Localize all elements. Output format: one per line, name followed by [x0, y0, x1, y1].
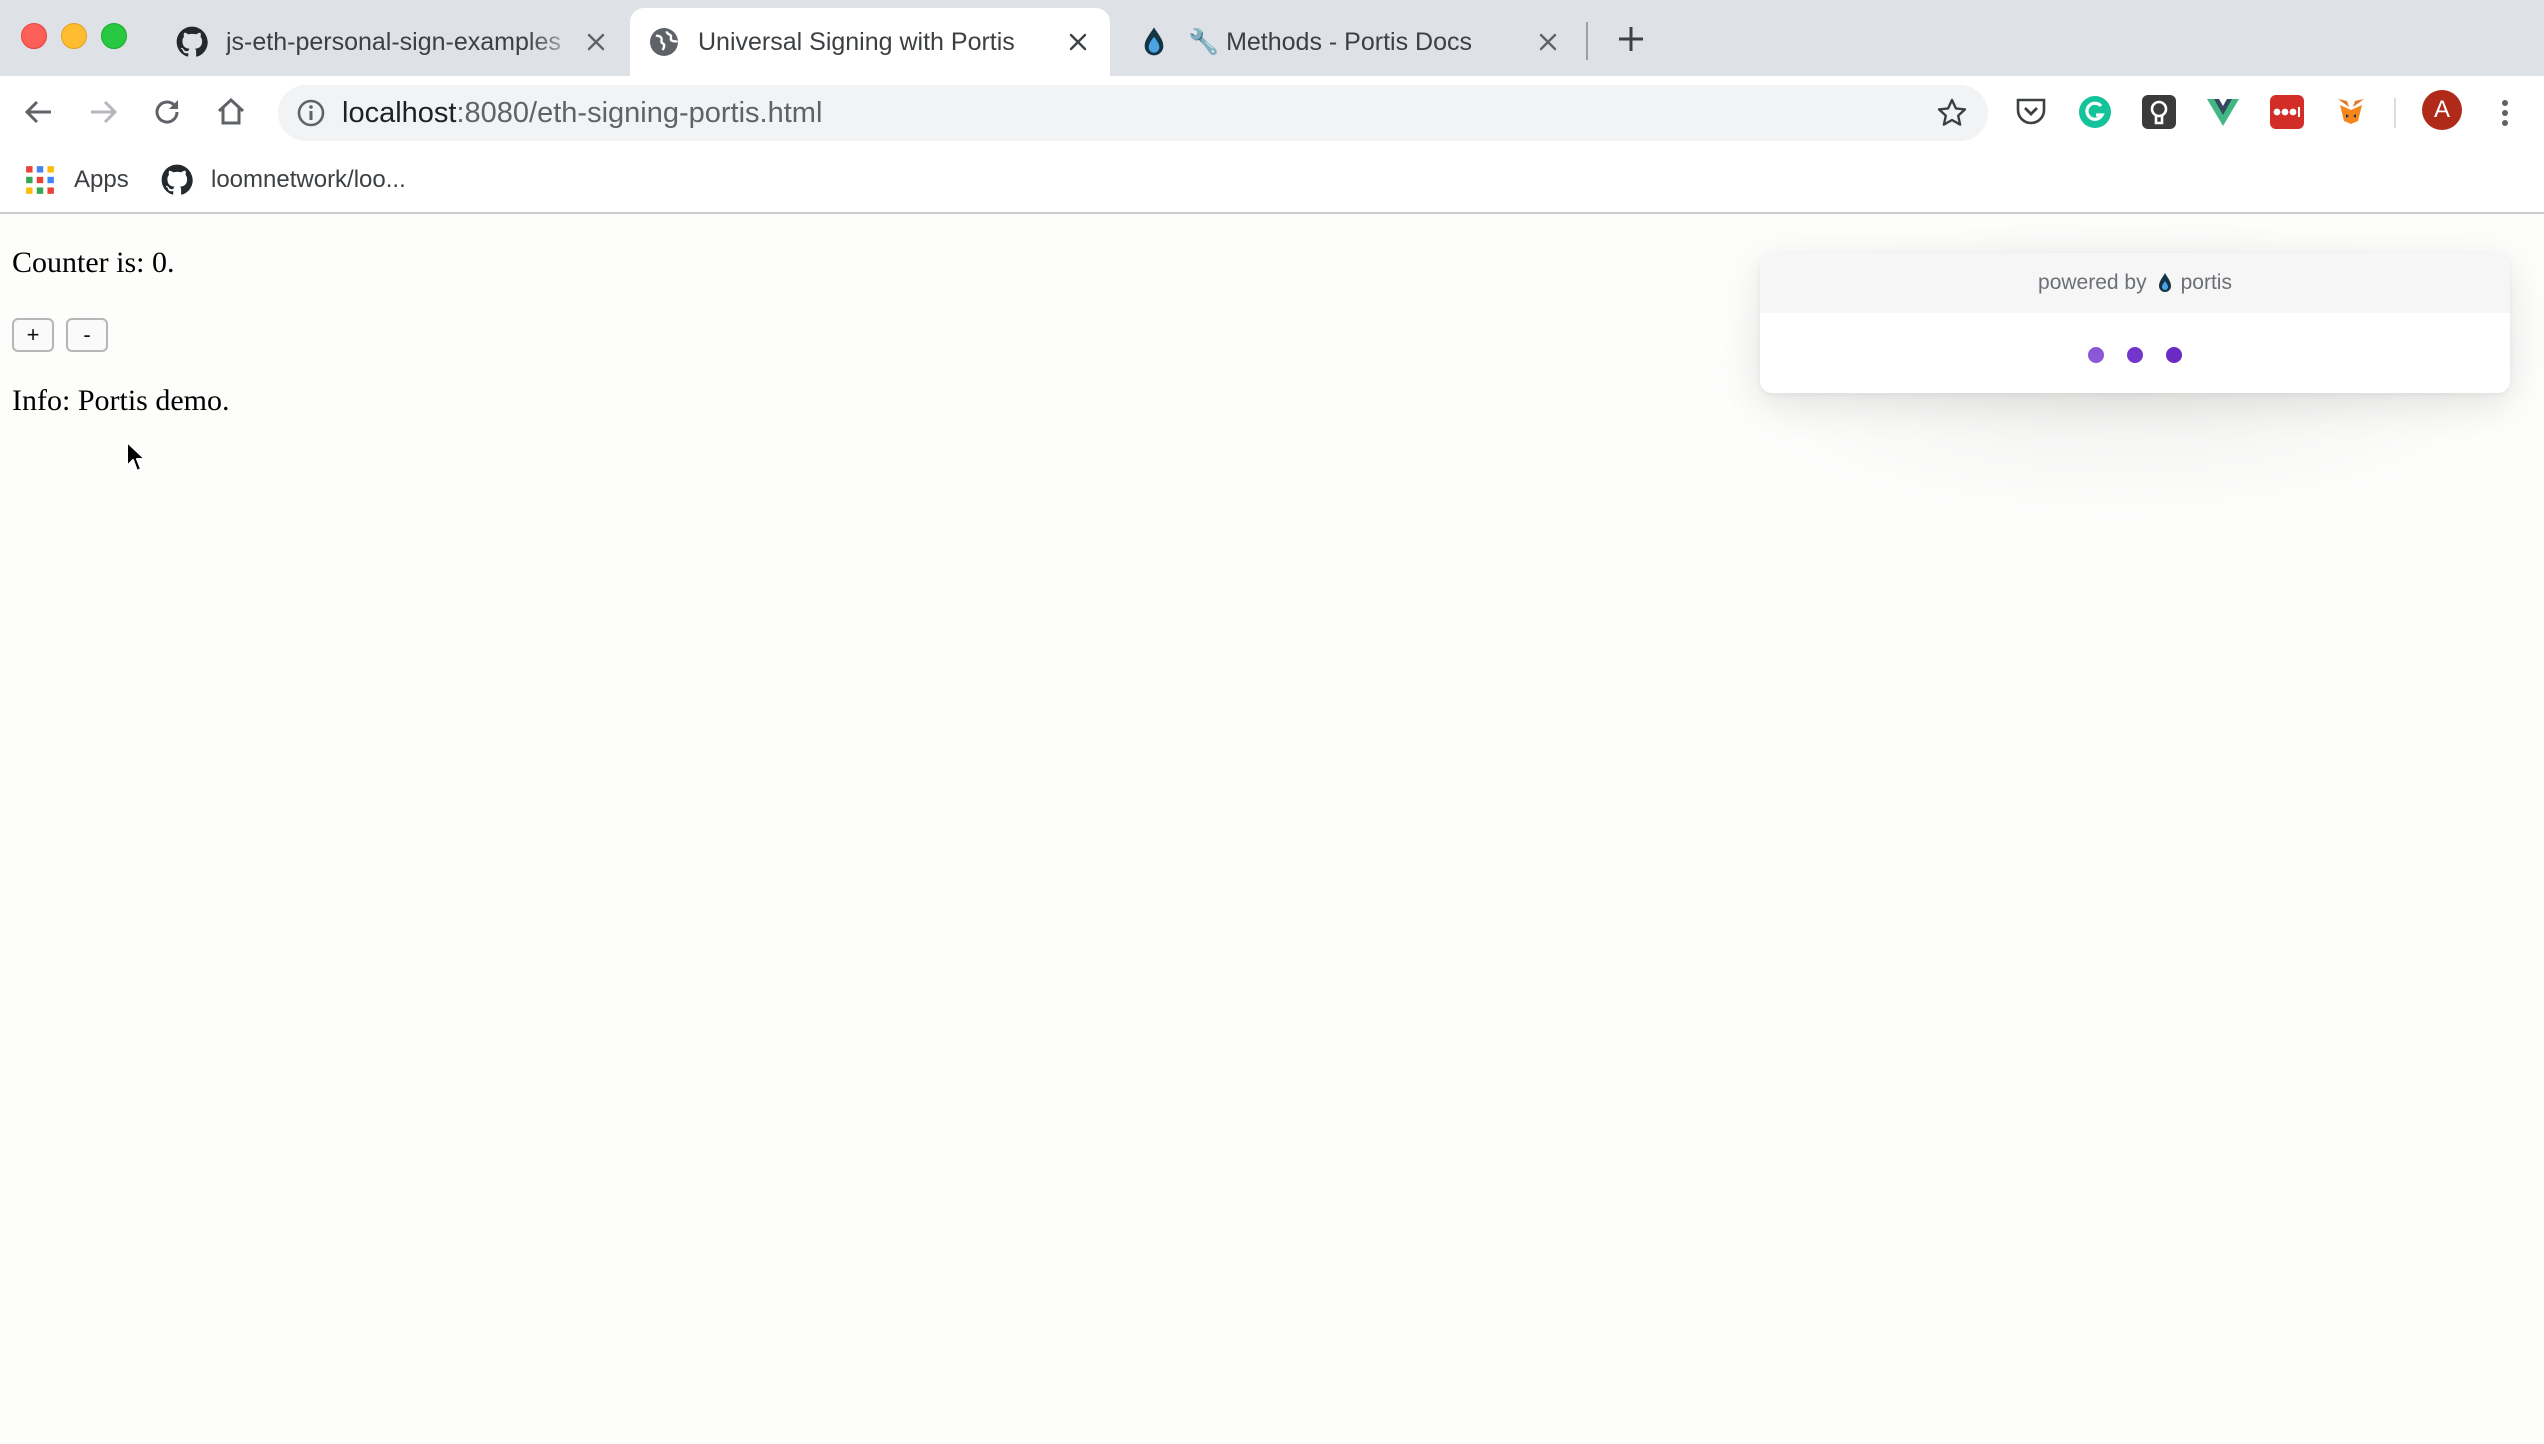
- home-button[interactable]: [212, 93, 250, 131]
- grammarly-icon[interactable]: [2078, 95, 2112, 129]
- portis-header: powered by portis: [1760, 253, 2510, 313]
- forward-button[interactable]: [84, 93, 122, 131]
- globe-icon: [650, 28, 679, 56]
- pocket-icon[interactable]: [2014, 95, 2048, 129]
- lastpass-icon[interactable]: [2270, 95, 2304, 129]
- arrow-left-icon: [24, 100, 51, 124]
- github-icon: [176, 26, 208, 57]
- loading-dot: [2088, 347, 2104, 363]
- minimize-window-button[interactable]: [61, 23, 87, 49]
- maximize-window-button[interactable]: [101, 23, 127, 49]
- increment-button[interactable]: +: [12, 318, 54, 352]
- url-text: localhost:8080/eth-signing-portis.html: [342, 97, 822, 130]
- portis-widget: powered by portis: [1760, 253, 2510, 393]
- portis-drop-icon: [2158, 273, 2171, 292]
- toolbar-separator: [2394, 98, 2396, 128]
- bookmark-label: loomnetwork/loo...: [211, 166, 406, 193]
- profile-avatar[interactable]: A: [2422, 90, 2462, 130]
- metamask-icon[interactable]: [2334, 95, 2368, 129]
- close-window-button[interactable]: [21, 23, 47, 49]
- tab-strip: js-eth-personal-sign-examples Universal …: [0, 0, 2544, 76]
- info-icon[interactable]: [296, 98, 326, 128]
- close-icon[interactable]: [1064, 28, 1092, 56]
- bookmark-loomnetwork[interactable]: loomnetwork/loo...: [161, 158, 406, 202]
- powered-by-label: powered by: [2038, 271, 2147, 294]
- keeper-icon[interactable]: [2142, 95, 2176, 129]
- bookmarks-bar: Apps loomnetwork/loo...: [0, 148, 2544, 214]
- tab-title: 🔧 Methods - Portis Docs: [1188, 27, 1472, 56]
- loading-dot: [2127, 347, 2143, 363]
- portis-drop-icon: [1144, 27, 1164, 56]
- tab-separator: [1586, 22, 1588, 60]
- loading-dot: [2166, 347, 2182, 363]
- close-icon[interactable]: [582, 28, 610, 56]
- loading-indicator: [1760, 347, 2510, 363]
- tab-universal-signing[interactable]: Universal Signing with Portis: [630, 8, 1110, 76]
- mouse-cursor-icon: [126, 441, 146, 472]
- more-menu-icon[interactable]: [2490, 96, 2520, 130]
- tab-title: Universal Signing with Portis: [698, 27, 1015, 56]
- address-bar[interactable]: localhost:8080/eth-signing-portis.html: [278, 85, 1988, 141]
- url-path: :8080/eth-signing-portis.html: [456, 96, 823, 129]
- new-tab-button[interactable]: [1614, 22, 1648, 56]
- tab-portis-docs[interactable]: 🔧 Methods - Portis Docs: [1120, 8, 1580, 76]
- home-icon: [217, 97, 245, 125]
- url-host: localhost: [342, 96, 457, 129]
- info-text: Info: Portis demo.: [12, 384, 230, 417]
- counter-text: Counter is: 0.: [12, 246, 175, 279]
- tab-title: js-eth-personal-sign-examples: [226, 27, 561, 56]
- reload-button[interactable]: [148, 93, 186, 131]
- github-icon: [161, 164, 193, 195]
- portis-brand: portis: [2180, 271, 2232, 294]
- bookmark-label: Apps: [74, 166, 129, 193]
- decrement-button[interactable]: -: [66, 318, 108, 352]
- browser-toolbar: localhost:8080/eth-signing-portis.html A: [0, 76, 2544, 148]
- vue-devtools-icon[interactable]: [2206, 95, 2240, 129]
- reload-icon: [155, 100, 179, 124]
- plus-icon: [1619, 27, 1643, 51]
- apps-grid-icon: [26, 166, 54, 194]
- back-button[interactable]: [20, 93, 58, 131]
- bookmark-apps[interactable]: Apps: [24, 158, 129, 202]
- tab-js-eth-personal-sign[interactable]: js-eth-personal-sign-examples: [158, 8, 628, 76]
- star-icon[interactable]: [1936, 97, 1968, 129]
- arrow-right-icon: [91, 100, 118, 124]
- close-icon[interactable]: [1534, 28, 1562, 56]
